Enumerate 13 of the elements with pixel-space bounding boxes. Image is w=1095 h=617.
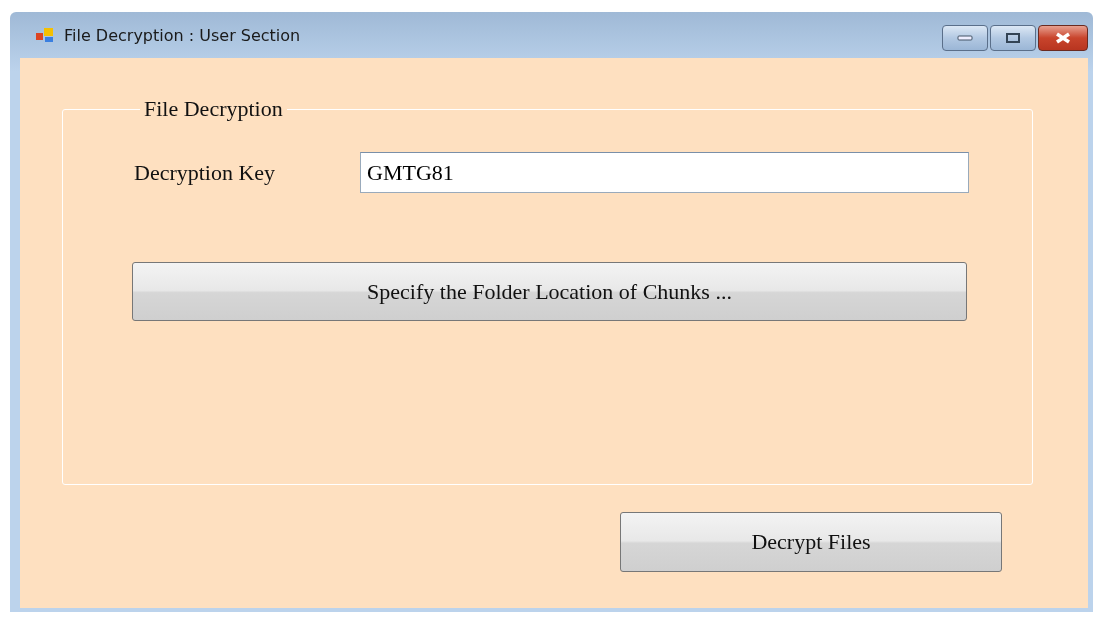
maximize-icon — [1006, 33, 1020, 43]
key-field[interactable]: GMTG81 — [360, 152, 969, 193]
key-label: Decryption Key — [134, 159, 277, 186]
window-title: File Decryption : User Section — [64, 25, 301, 45]
decrypt-button[interactable]: Decrypt Files — [620, 512, 1002, 572]
minimize-button[interactable] — [942, 25, 988, 51]
maximize-button[interactable] — [990, 25, 1036, 51]
minimize-icon — [957, 35, 973, 41]
folder-button[interactable]: Specify the Folder Location of Chunks ... — [132, 262, 967, 321]
app-icon — [36, 27, 56, 43]
close-icon — [1054, 32, 1072, 44]
group-title: File Decryption — [143, 96, 284, 122]
close-button[interactable] — [1038, 25, 1088, 51]
